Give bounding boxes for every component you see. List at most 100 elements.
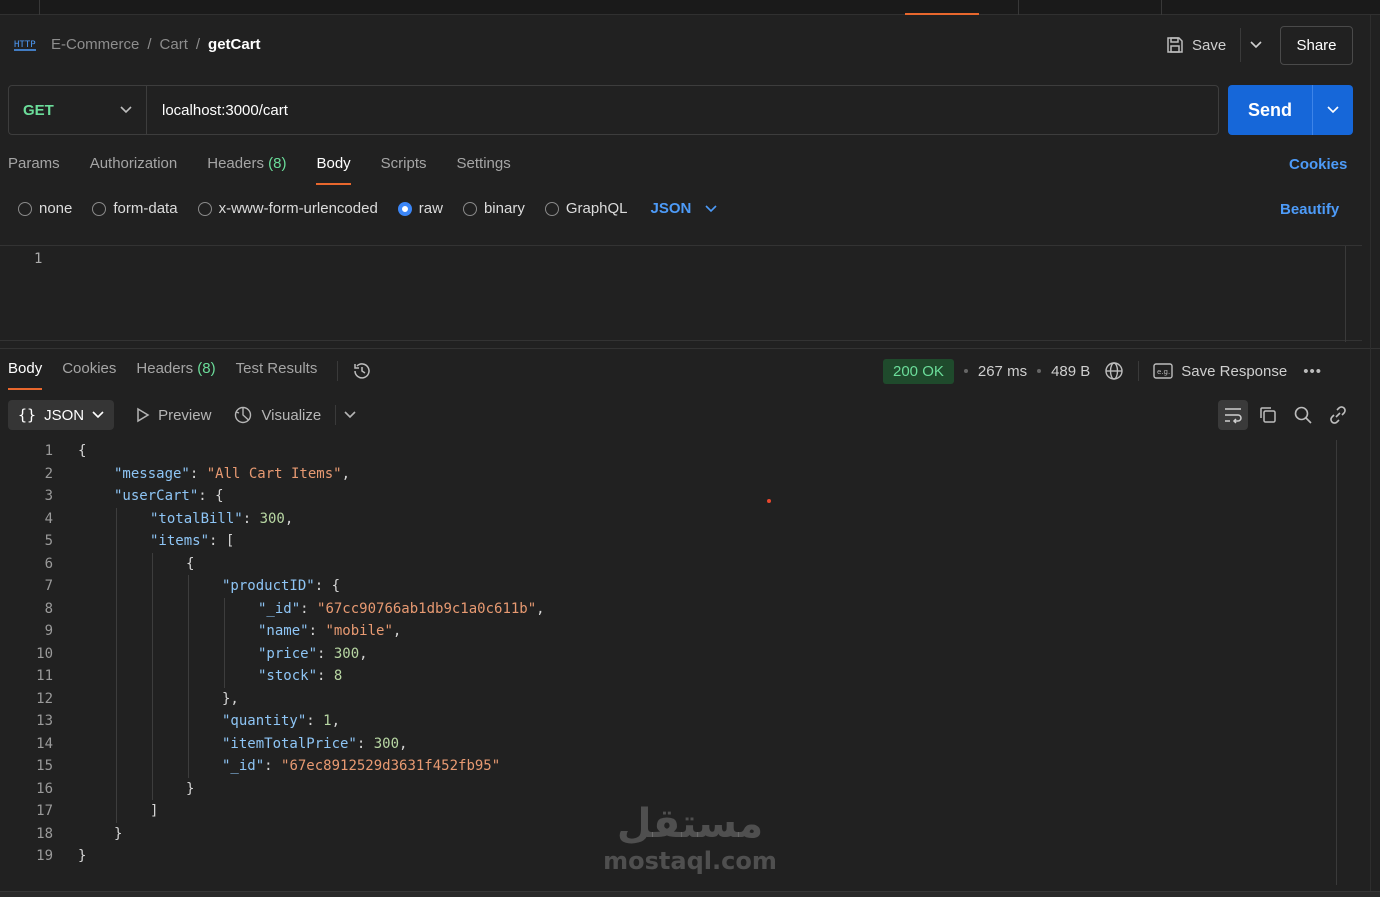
response-time[interactable]: 267 ms	[978, 363, 1027, 380]
code-text: }	[186, 780, 195, 797]
code-text: "_id": "67ec8912529d3631f452fb95"	[222, 758, 501, 774]
code-line: 8 "_id": "67cc90766ab1db9c1a0c611b",	[0, 598, 1336, 621]
pane-divider[interactable]	[0, 348, 1380, 349]
code-text: {	[78, 443, 87, 459]
tab-label: Headers	[136, 360, 194, 377]
tab-headers[interactable]: Headers (8)	[207, 155, 286, 185]
copy-button[interactable]	[1253, 400, 1283, 430]
code-text: "stock": 8	[258, 668, 343, 684]
code-text: "userCart": {	[114, 488, 224, 504]
request-tabs: Params Authorization Headers (8) Body Sc…	[8, 155, 541, 185]
preview-label: Preview	[158, 406, 212, 424]
cookies-link[interactable]: Cookies	[1289, 156, 1347, 173]
code-text: "message": "All Cart Items",	[114, 465, 351, 482]
code-line: 15 "_id": "67ec8912529d3631f452fb95"	[0, 755, 1336, 778]
response-tab-headers[interactable]: Headers (8)	[136, 360, 215, 390]
request-name[interactable]: getCart	[208, 36, 261, 53]
http-icon: HTTP	[14, 40, 36, 51]
code-text: {	[186, 555, 195, 572]
wrap-lines-button[interactable]	[1218, 400, 1248, 430]
send-button[interactable]: Send	[1228, 85, 1312, 135]
tab-label: Headers	[207, 155, 264, 172]
copy-link-button[interactable]	[1323, 400, 1353, 430]
radio-dot	[18, 201, 32, 216]
send-button-group: Send	[1228, 85, 1353, 135]
response-actions	[1218, 400, 1353, 430]
code-line: 5 "items": [	[0, 530, 1336, 553]
code-line: 14 "itemTotalPrice": 300,	[0, 733, 1336, 756]
breadcrumb-separator: /	[195, 36, 201, 53]
save-response-label: Save Response	[1181, 362, 1288, 380]
tab-label: Authorization	[89, 155, 178, 172]
divider	[335, 405, 337, 425]
radio-binary[interactable]: binary	[462, 200, 525, 217]
wrap-icon	[1225, 408, 1242, 424]
history-icon[interactable]	[352, 361, 372, 381]
response-scrollbar[interactable]	[1336, 440, 1337, 885]
line-number: 1	[44, 443, 53, 459]
save-options-button[interactable]	[1240, 28, 1270, 62]
save-response-button[interactable]: e.g. Save Response	[1153, 363, 1287, 380]
tab-authorization[interactable]: Authorization	[90, 155, 178, 185]
radio-none[interactable]: none	[18, 200, 72, 217]
save-icon	[1167, 37, 1183, 53]
search-button[interactable]	[1288, 400, 1318, 430]
code-text: "_id": "67cc90766ab1db9c1a0c611b",	[258, 600, 545, 617]
raw-format-label: JSON	[650, 200, 692, 217]
line-number: 10	[36, 645, 53, 662]
method-select[interactable]: GET	[9, 86, 147, 134]
radio-label: x-www-form-urlencoded	[218, 200, 378, 217]
code-text: "price": 300,	[258, 645, 368, 662]
code-line: 4 "totalBill": 300,	[0, 508, 1336, 531]
line-number: 2	[44, 465, 53, 482]
share-button[interactable]: Share	[1280, 26, 1353, 65]
panel-edge	[1370, 15, 1371, 897]
editor-scrollbar[interactable]	[1345, 246, 1346, 342]
response-tab-test-results[interactable]: Test Results	[236, 360, 318, 390]
breadcrumb-folder[interactable]: Cart	[160, 36, 188, 53]
indent-guide	[116, 507, 117, 823]
code-text: }	[78, 848, 87, 864]
beautify-link[interactable]: Beautify	[1280, 201, 1339, 218]
url-input[interactable]	[147, 86, 1218, 134]
status-badge[interactable]: 200 OK	[883, 358, 954, 384]
line-number: 1	[34, 251, 43, 267]
response-tab-cookies[interactable]: Cookies	[62, 360, 116, 390]
svg-text:e.g.: e.g.	[1157, 368, 1170, 376]
save-button[interactable]: Save	[1166, 31, 1226, 59]
save-response-icon: e.g.	[1153, 363, 1173, 379]
tab-body[interactable]: Body	[316, 155, 351, 185]
tab-settings[interactable]: Settings	[457, 155, 511, 185]
tab-scripts[interactable]: Scripts	[381, 155, 427, 185]
preview-button[interactable]: Preview	[136, 407, 211, 424]
radio-form-data[interactable]: form-data	[92, 200, 178, 217]
radio-dot	[92, 201, 107, 216]
response-format-select[interactable]: {} JSON	[8, 400, 115, 430]
code-line: 13 "quantity": 1,	[0, 710, 1336, 733]
tab-label: Body	[8, 360, 43, 377]
globe-icon[interactable]	[1104, 361, 1124, 381]
send-options-button[interactable]	[1312, 85, 1353, 135]
response-tab-body[interactable]: Body	[8, 360, 43, 390]
code-text: "totalBill": 300,	[150, 510, 294, 527]
status-bar	[0, 891, 1380, 897]
code-line: 2 "message": "All Cart Items",	[0, 463, 1336, 486]
code-text: "productID": {	[222, 578, 341, 594]
chevron-down-icon	[1327, 106, 1339, 114]
radio-graphql[interactable]: GraphQL	[544, 200, 628, 217]
request-body-editor[interactable]: 1	[0, 245, 1362, 342]
chevron-down-icon[interactable]	[344, 411, 356, 419]
line-number: 15	[36, 758, 53, 774]
radio-x-www-form-urlencoded[interactable]: x-www-form-urlencoded	[197, 200, 378, 217]
radio-raw[interactable]: raw	[397, 200, 443, 217]
visualize-button[interactable]: Visualize	[233, 405, 321, 425]
raw-format-select[interactable]: JSON	[651, 200, 718, 217]
link-icon	[1330, 406, 1346, 424]
tab-params[interactable]: Params	[8, 155, 60, 185]
breadcrumb-collection[interactable]: E-Commerce	[51, 36, 139, 53]
code-line: 12},	[0, 688, 1336, 711]
more-icon[interactable]: •••	[1303, 363, 1322, 380]
response-size[interactable]: 489 B	[1051, 363, 1090, 380]
line-number: 8	[44, 600, 53, 617]
line-number: 11	[36, 668, 53, 684]
